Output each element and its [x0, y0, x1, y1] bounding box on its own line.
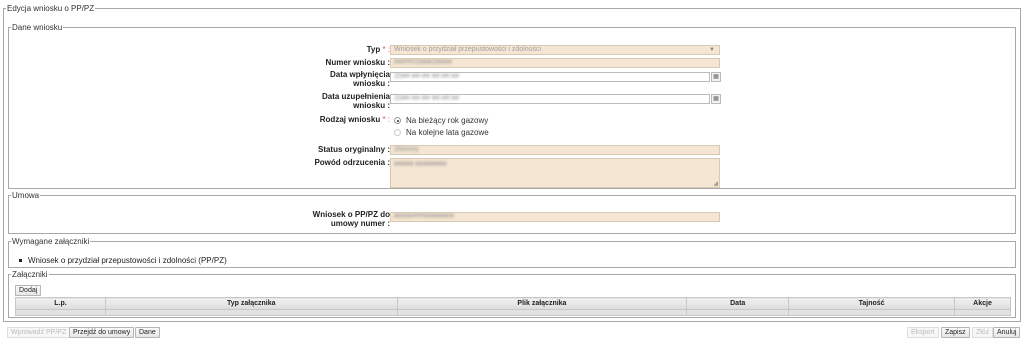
cancel-button[interactable]: Anuluj — [993, 327, 1021, 338]
umowa-field: ##/##/PP##/####/# — [390, 212, 720, 222]
column-header-tajnosc[interactable]: Tajność — [788, 297, 955, 310]
section-legend-wymagane: Wymagane załączniki — [12, 237, 90, 246]
attachments-section: Załączniki Dodaj L.p. Typ załącznika Pli… — [8, 270, 1016, 318]
typ-select: Wniosek o przydział przepustowości i zdo… — [390, 45, 720, 55]
rodzaj-option-next-years[interactable]: Na kolejne lata gazowe — [394, 128, 489, 137]
radio-unselected-icon[interactable] — [394, 129, 401, 136]
table-row — [15, 309, 1011, 316]
przejdz-do-umowy-button[interactable]: Przejdź do umowy — [69, 327, 135, 338]
status-field: Złożony — [390, 145, 720, 155]
list-item: Wniosek o przydział przepustowości i zdo… — [19, 256, 227, 265]
wprowadz-button[interactable]: Wprowadź PP/PZ — [7, 327, 71, 338]
data-uzupelnienia-field[interactable]: 20##-##-## ##:##:## — [390, 94, 710, 104]
bullet-icon — [19, 259, 22, 262]
numer-label: Numer wniosku : — [325, 58, 390, 67]
section-legend-umowa: Umowa — [12, 191, 40, 200]
resize-grip-icon[interactable]: ◢ — [713, 180, 718, 187]
application-data-section: Dane wniosku Typ * : Wniosek o przydział… — [8, 23, 1016, 189]
column-header-lp[interactable]: L.p. — [15, 297, 106, 310]
data-wplyniecia-label: Data wpłynięcia wniosku : — [329, 70, 390, 88]
add-attachment-button[interactable]: Dodaj — [15, 285, 42, 296]
column-header-typ[interactable]: Typ załącznika — [104, 297, 398, 310]
calendar-icon[interactable]: ▦ — [711, 94, 721, 104]
attachments-table: L.p. Typ załącznika Plik załącznika Data… — [15, 297, 1011, 316]
radio-selected-icon[interactable] — [394, 117, 401, 124]
column-header-akcje[interactable]: Akcje — [954, 297, 1011, 310]
powod-label: Powód odrzucenia : — [314, 158, 390, 167]
dane-button[interactable]: Dane — [135, 327, 160, 338]
section-legend-dane: Dane wniosku — [12, 23, 63, 32]
data-uzupelnienia-label: Data uzupełnienia wniosku : — [321, 92, 390, 110]
rodzaj-option-current-year[interactable]: Na bieżący rok gazowy — [394, 116, 488, 125]
column-header-plik[interactable]: Plik załącznika — [396, 297, 688, 310]
numer-field: ##/PP/20##/2#### — [390, 58, 720, 68]
data-wplyniecia-field[interactable]: 20##-##-## ##:##:## — [390, 72, 710, 82]
chevron-down-icon: ▼ — [709, 47, 715, 53]
contract-section: Umowa Wniosek o PP/PZ do umowy numer : ##… — [8, 191, 1016, 234]
rodzaj-label: Rodzaj wniosku * : — [319, 115, 390, 124]
required-attachments-section: Wymagane załączniki Wniosek o przydział … — [8, 237, 1016, 268]
eksport-button[interactable]: Eksport — [907, 327, 939, 338]
submit-button[interactable]: Złóż — [972, 327, 994, 338]
column-header-data[interactable]: Data — [686, 297, 790, 310]
calendar-icon[interactable]: ▦ — [711, 72, 721, 82]
typ-label: Typ * : — [366, 45, 390, 54]
save-button[interactable]: Zapisz — [941, 327, 970, 338]
powod-textarea: ##### ######## ◢ — [390, 158, 720, 188]
status-label: Status oryginalny : — [317, 145, 390, 154]
umowa-label: Wniosek o PP/PZ do umowy numer : — [312, 210, 390, 228]
panel-legend: Edycja wniosku o PP/PZ — [7, 4, 95, 13]
section-legend-zalaczniki: Załączniki — [12, 270, 48, 279]
